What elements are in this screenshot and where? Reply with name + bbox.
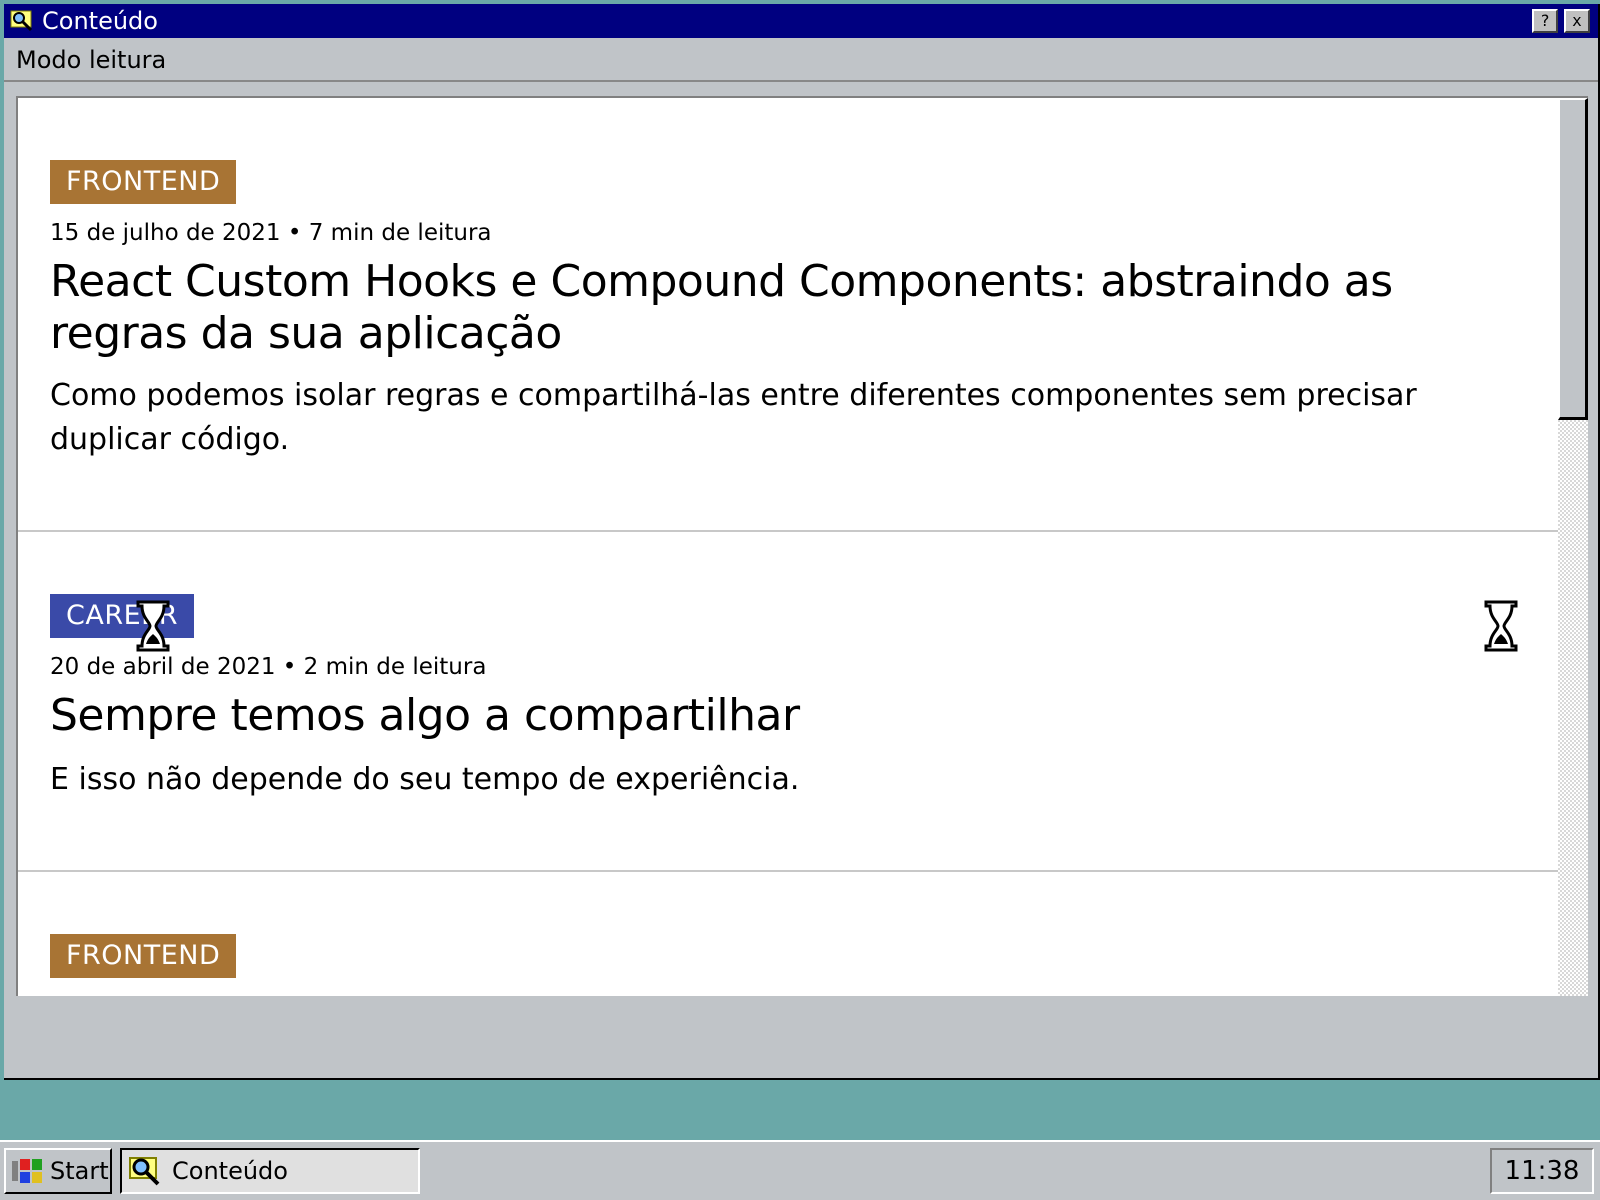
article-meta: 15 de julho de 2021 • 7 min de leitura (50, 220, 492, 246)
article-summary: E isso não depende do seu tempo de exper… (50, 762, 800, 797)
taskbar-button-label: Conteúdo (172, 1157, 288, 1185)
article-card[interactable]: FRONTEND 15 de julho de 2021 • 7 min de … (18, 98, 1558, 532)
taskbar: Start Conteúdo 11:38 (0, 1140, 1600, 1200)
menu-item-modo-leitura[interactable]: Modo leitura (16, 46, 166, 74)
close-button[interactable]: x (1564, 9, 1590, 33)
article-card[interactable]: CAREER 20 de abril de 2021 • 2 min de le… (18, 532, 1558, 872)
hourglass-cursor-icon (1484, 600, 1518, 652)
menu-bar: Modo leitura (4, 40, 1598, 82)
scrollbar-thumb[interactable] (1558, 98, 1588, 420)
magnifier-icon (10, 9, 34, 33)
start-label: Start (50, 1157, 109, 1185)
content-window: Conteúdo ? x Modo leitura FRONTEND 15 de… (4, 4, 1600, 1080)
category-tag[interactable]: CAREER (50, 594, 194, 638)
help-button[interactable]: ? (1532, 9, 1558, 33)
article-meta: 20 de abril de 2021 • 2 min de leitura (50, 654, 487, 680)
start-button[interactable]: Start (4, 1148, 112, 1194)
article-title[interactable]: React Custom Hooks e Compound Components… (50, 256, 1520, 360)
category-tag[interactable]: FRONTEND (50, 160, 237, 204)
vertical-scrollbar[interactable] (1558, 98, 1588, 996)
category-tag[interactable]: FRONTEND (50, 934, 237, 978)
magnifier-icon (128, 1154, 162, 1188)
taskbar-button-conteudo[interactable]: Conteúdo (120, 1148, 420, 1194)
article-list: FRONTEND 15 de julho de 2021 • 7 min de … (16, 96, 1588, 996)
article-summary: Como podemos isolar regras e compartilhá… (50, 378, 1417, 457)
hourglass-cursor-icon (136, 600, 170, 652)
windows-logo-icon (12, 1157, 44, 1185)
article-title[interactable]: Sempre temos algo a compartilhar (50, 690, 1520, 742)
system-clock: 11:38 (1490, 1148, 1594, 1194)
window-titlebar[interactable]: Conteúdo ? x (4, 4, 1598, 38)
article-card[interactable]: FRONTEND (18, 872, 1558, 996)
window-title: Conteúdo (42, 7, 158, 35)
